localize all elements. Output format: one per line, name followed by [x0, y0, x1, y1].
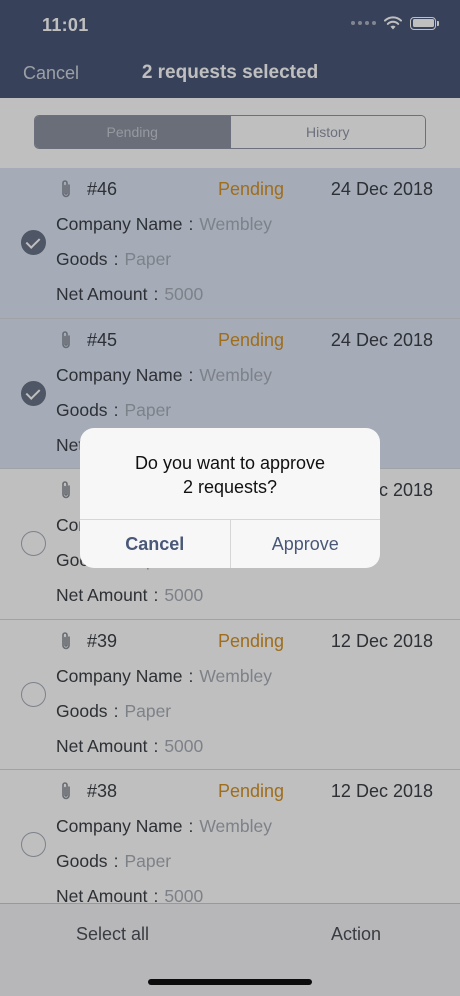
alert-message-line1: Do you want to approve [134, 453, 326, 473]
alert-buttons: Cancel Approve [80, 519, 380, 568]
alert-message-line2: 2 requests? [182, 477, 278, 497]
alert-cancel-button[interactable]: Cancel [80, 520, 230, 568]
approve-alert: Do you want to approve 2 requests? Cance… [80, 428, 380, 568]
alert-approve-button[interactable]: Approve [229, 520, 381, 568]
screen: 11:01 Cancel 2 requests selected Pending… [0, 0, 460, 996]
alert-message: Do you want to approve 2 requests? [80, 451, 380, 499]
